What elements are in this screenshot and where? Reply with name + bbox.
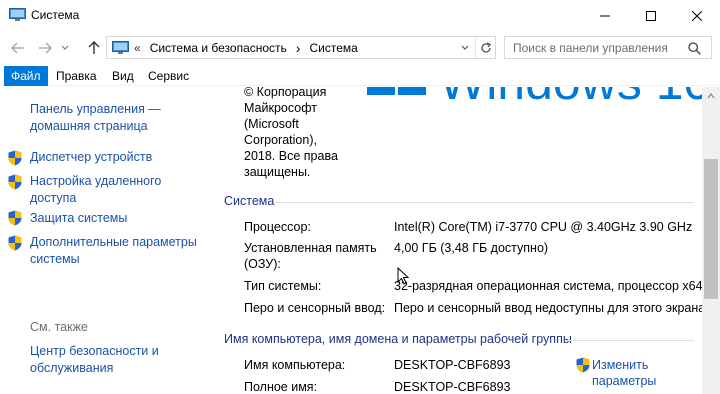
scroll-up-button[interactable] [702, 87, 720, 105]
pen-touch-value: Перо и сенсорный ввод недоступны для это… [394, 301, 702, 315]
main-content: Windows 10 © Корпорация Майкрософт (Micr… [214, 87, 702, 394]
chevron-down-icon [61, 45, 69, 50]
section-divider [566, 340, 694, 341]
back-button[interactable] [8, 38, 28, 58]
full-name-label: Полное имя: [244, 380, 318, 394]
shield-icon [8, 235, 22, 251]
search-box[interactable] [504, 36, 712, 59]
recent-locations-button[interactable] [58, 38, 72, 58]
memory-label: Установленная память (ОЗУ): [244, 241, 377, 271]
processor-label: Процессор: [244, 220, 311, 234]
section-divider [274, 202, 694, 203]
computer-section-title: Имя компьютера, имя домена и параметры р… [224, 332, 572, 346]
menu-bar: Файл Правка Вид Сервис [0, 66, 720, 86]
see-also-header: См. также [30, 320, 88, 334]
computer-name-label: Имя компьютера: [244, 358, 346, 372]
chevron-up-icon [707, 93, 715, 99]
sidebar: Панель управления — домашняя страница Ди… [0, 87, 214, 394]
forward-button[interactable] [35, 38, 55, 58]
breadcrumb-overflow[interactable]: « [134, 41, 141, 55]
shield-icon [8, 174, 22, 190]
breadcrumb-system-security[interactable]: Система и безопасность [150, 41, 287, 55]
sidebar-item-advanced-settings[interactable]: Дополнительные параметры системы [30, 234, 197, 268]
menu-view[interactable]: Вид [105, 66, 141, 86]
search-input[interactable] [505, 37, 685, 58]
navigation-bar: « Система и безопасность › Система [0, 32, 720, 63]
memory-value: 4,00 ГБ (3,48 ГБ доступно) [394, 241, 549, 255]
sidebar-item-remote-settings[interactable]: Настройка удаленного доступа [30, 173, 161, 207]
shield-icon [576, 357, 590, 373]
shield-icon [8, 210, 22, 226]
vertical-scrollbar[interactable] [702, 87, 720, 394]
maximize-icon [646, 10, 656, 21]
window-title: Система [31, 8, 80, 22]
arrow-right-icon [39, 42, 52, 54]
title-bar: Система [0, 0, 720, 32]
pen-touch-label: Перо и сенсорный ввод: [244, 301, 386, 315]
system-type-value: 32-разрядная операционная система, проце… [394, 279, 702, 293]
system-section-title: Система [224, 194, 275, 208]
chevron-down-icon[interactable] [461, 45, 469, 51]
close-icon [692, 10, 702, 21]
search-icon[interactable] [688, 42, 701, 55]
arrow-left-icon [11, 42, 24, 54]
arrow-up-icon [88, 41, 100, 54]
up-button[interactable] [84, 38, 104, 58]
scrollbar-thumb[interactable] [704, 159, 718, 299]
full-name-value: DESKTOP-CBF6893 [394, 380, 511, 394]
breadcrumb-separator[interactable]: › [296, 40, 301, 56]
security-maintenance-link[interactable]: Центр безопасности и обслуживания [30, 343, 159, 377]
maximize-button[interactable] [628, 0, 674, 31]
shield-icon [8, 150, 22, 166]
menu-tools[interactable]: Сервис [141, 66, 196, 86]
copyright-text: © Корпорация Майкрософт (Microsoft Corpo… [244, 87, 338, 179]
minimize-button[interactable] [582, 0, 628, 31]
refresh-icon [481, 41, 492, 53]
minimize-icon [600, 15, 610, 16]
computer-name-value: DESKTOP-CBF6893 [394, 358, 511, 372]
menu-edit[interactable]: Правка [49, 66, 104, 86]
sidebar-item-system-protection[interactable]: Защита системы [30, 210, 127, 227]
windows-logo-text: Windows 10 [439, 87, 702, 103]
address-bar[interactable]: « Система и безопасность › Система [106, 36, 496, 59]
mouse-cursor-icon [397, 267, 409, 285]
menu-file[interactable]: Файл [4, 66, 48, 86]
sidebar-item-device-manager[interactable]: Диспетчер устройств [30, 149, 152, 166]
change-settings-link[interactable]: Изменить параметры [592, 357, 656, 389]
refresh-button[interactable] [475, 37, 496, 58]
processor-value: Intel(R) Core(TM) i7-3770 CPU @ 3.40GHz … [394, 220, 693, 234]
windows-logo: Windows 10 [367, 87, 702, 103]
breadcrumb-system[interactable]: Система [309, 41, 357, 55]
control-panel-home-link[interactable]: Панель управления — домашняя страница [30, 101, 161, 135]
close-button[interactable] [674, 0, 720, 31]
system-app-icon [9, 8, 26, 21]
system-type-label: Тип системы: [244, 279, 322, 293]
control-panel-icon [112, 40, 129, 54]
